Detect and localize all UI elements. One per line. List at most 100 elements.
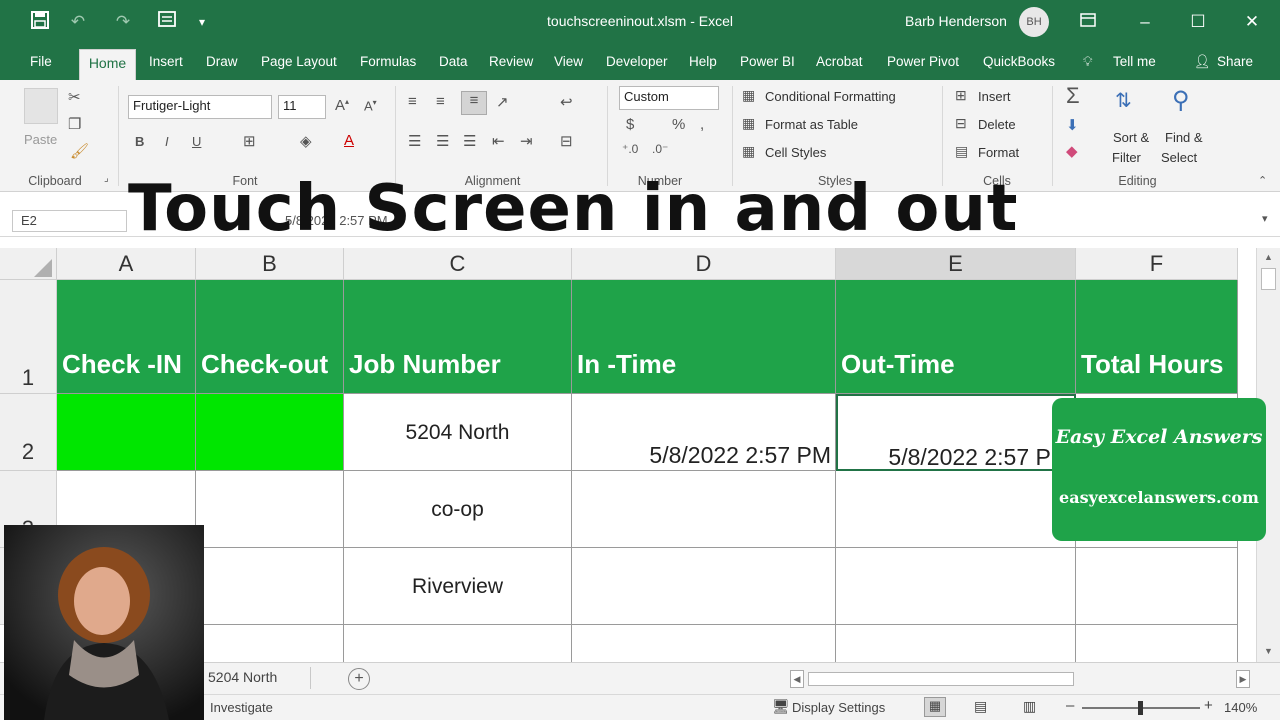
decrease-indent-icon[interactable]: ⇤ xyxy=(492,132,505,150)
tab-quickbooks[interactable]: QuickBooks xyxy=(983,54,1055,69)
grid-cell[interactable] xyxy=(836,625,1076,662)
autosum-icon[interactable]: Σ xyxy=(1066,83,1080,109)
tab-insert[interactable]: Insert xyxy=(149,54,183,69)
currency-icon[interactable]: $ xyxy=(626,116,634,133)
check-out-cell[interactable] xyxy=(196,394,344,471)
increase-font-icon[interactable]: A▴ xyxy=(335,97,349,114)
tab-acrobat[interactable]: Acrobat xyxy=(816,54,863,69)
underline-icon[interactable]: U xyxy=(192,134,201,149)
maximize-icon[interactable]: ☐ xyxy=(1186,11,1210,33)
normal-view-icon[interactable]: ▦ xyxy=(924,697,946,717)
decrease-decimal-icon[interactable]: .0⁻ xyxy=(652,142,668,156)
tab-developer[interactable]: Developer xyxy=(606,54,668,69)
row-header-1[interactable]: 1 xyxy=(0,280,57,394)
sort-filter-icon[interactable]: ⇅ xyxy=(1115,88,1132,113)
share-button[interactable]: Share xyxy=(1217,54,1253,69)
tab-view[interactable]: View xyxy=(554,54,583,69)
clipboard-launcher-icon[interactable]: ⌟ xyxy=(104,173,109,184)
out-time-cell[interactable] xyxy=(836,548,1076,625)
column-header-a[interactable]: A xyxy=(57,248,196,280)
find-select-icon[interactable]: ⚲ xyxy=(1172,86,1190,115)
form-icon[interactable] xyxy=(155,11,179,33)
redo-icon[interactable]: ↷ xyxy=(111,11,135,33)
copy-icon[interactable]: ❐ xyxy=(68,115,81,133)
column-header-f[interactable]: F xyxy=(1076,248,1238,280)
grid-cell[interactable] xyxy=(1076,625,1238,662)
out-time-cell[interactable]: 5/8/2022 2:57 PM xyxy=(836,394,1076,471)
expand-formula-icon[interactable]: ▾ xyxy=(1262,212,1268,225)
zoom-out-icon[interactable]: – xyxy=(1066,697,1074,714)
scroll-up-icon[interactable]: ▲ xyxy=(1264,252,1273,262)
sheet-tab-5204-north[interactable]: 5204 North xyxy=(208,669,277,685)
user-avatar[interactable]: BH xyxy=(1019,7,1049,37)
merge-center-icon[interactable]: ⊟ xyxy=(560,132,573,150)
font-name-select[interactable]: Frutiger-Light xyxy=(128,95,272,119)
zoom-slider-handle[interactable] xyxy=(1138,701,1143,715)
orientation-icon[interactable]: ↗ xyxy=(496,93,509,111)
italic-icon[interactable]: I xyxy=(165,134,169,149)
align-right-icon[interactable]: ☰ xyxy=(463,132,476,150)
add-sheet-icon[interactable]: + xyxy=(348,668,370,690)
scroll-left-icon[interactable]: ◀ xyxy=(790,670,804,688)
tab-data[interactable]: Data xyxy=(439,54,468,69)
close-icon[interactable]: ✕ xyxy=(1240,11,1264,33)
fill-icon[interactable]: ⬇ xyxy=(1066,116,1079,134)
align-bottom-icon[interactable]: ≡ xyxy=(461,91,487,115)
header-job-number[interactable]: Job Number xyxy=(344,280,572,394)
fill-color-icon[interactable]: ◈ xyxy=(300,132,312,150)
filter-label[interactable]: Filter xyxy=(1112,150,1141,165)
scroll-right-icon[interactable]: ▶ xyxy=(1236,670,1250,688)
select-label[interactable]: Select xyxy=(1161,150,1197,165)
tab-file[interactable]: File xyxy=(30,54,52,69)
undo-icon[interactable]: ↶ xyxy=(66,11,90,33)
percent-icon[interactable]: % xyxy=(672,116,685,133)
check-out-cell[interactable] xyxy=(196,471,344,548)
column-header-b[interactable]: B xyxy=(196,248,344,280)
zoom-level[interactable]: 140% xyxy=(1224,700,1257,715)
comma-icon[interactable]: , xyxy=(700,116,704,133)
check-in-cell[interactable] xyxy=(57,394,196,471)
status-investigate[interactable]: Investigate xyxy=(210,700,273,715)
column-header-d[interactable]: D xyxy=(572,248,836,280)
tab-review[interactable]: Review xyxy=(489,54,533,69)
format-painter-icon[interactable]: 🖌︎ xyxy=(70,142,89,160)
in-time-cell[interactable] xyxy=(572,471,836,548)
sort-label[interactable]: Sort & xyxy=(1113,130,1149,145)
align-center-icon[interactable]: ☰ xyxy=(436,132,449,150)
collapse-ribbon-icon[interactable]: ⌃ xyxy=(1258,174,1267,187)
horizontal-scroll-thumb[interactable] xyxy=(808,672,1074,686)
font-size-select[interactable]: 11 xyxy=(278,95,326,119)
tab-power-pivot[interactable]: Power Pivot xyxy=(887,54,959,69)
tab-help[interactable]: Help xyxy=(689,54,717,69)
job-number-cell[interactable]: Riverview xyxy=(344,548,572,625)
wrap-text-icon[interactable]: ↩ xyxy=(560,93,573,111)
decrease-font-icon[interactable]: A▾ xyxy=(364,98,377,113)
job-number-cell[interactable]: co-op xyxy=(344,471,572,548)
clear-icon[interactable]: ◆ xyxy=(1066,142,1078,160)
align-middle-icon[interactable]: ≡ xyxy=(436,93,445,110)
find-label[interactable]: Find & xyxy=(1165,130,1203,145)
grid-cell[interactable] xyxy=(196,625,344,662)
customize-quick-access-icon[interactable]: ▾ xyxy=(190,11,214,33)
ribbon-display-options-icon[interactable] xyxy=(1076,11,1100,33)
delete-button[interactable]: Delete xyxy=(978,117,1016,132)
page-layout-view-icon[interactable]: ▤ xyxy=(974,698,987,715)
header-check-in[interactable]: Check -IN xyxy=(57,280,196,394)
minimize-icon[interactable]: – xyxy=(1133,11,1157,33)
tab-formulas[interactable]: Formulas xyxy=(360,54,416,69)
header-out-time[interactable]: Out-Time xyxy=(836,280,1076,394)
page-break-view-icon[interactable]: ▥ xyxy=(1023,698,1036,715)
zoom-in-icon[interactable]: + xyxy=(1204,697,1213,714)
scroll-down-icon[interactable]: ▼ xyxy=(1264,646,1273,656)
column-header-c[interactable]: C xyxy=(344,248,572,280)
in-time-cell[interactable]: 5/8/2022 2:57 PM xyxy=(572,394,836,471)
increase-indent-icon[interactable]: ⇥ xyxy=(520,132,533,150)
align-top-icon[interactable]: ≡ xyxy=(408,93,417,110)
select-all-corner[interactable] xyxy=(0,248,57,280)
header-total-hours[interactable]: Total Hours xyxy=(1076,280,1238,394)
display-settings-button[interactable]: Display Settings xyxy=(792,700,885,715)
tab-power-bi[interactable]: Power BI xyxy=(740,54,795,69)
increase-decimal-icon[interactable]: ⁺.0 xyxy=(622,142,638,156)
font-color-icon[interactable]: A xyxy=(344,132,354,149)
row-header-2[interactable]: 2 xyxy=(0,394,57,471)
